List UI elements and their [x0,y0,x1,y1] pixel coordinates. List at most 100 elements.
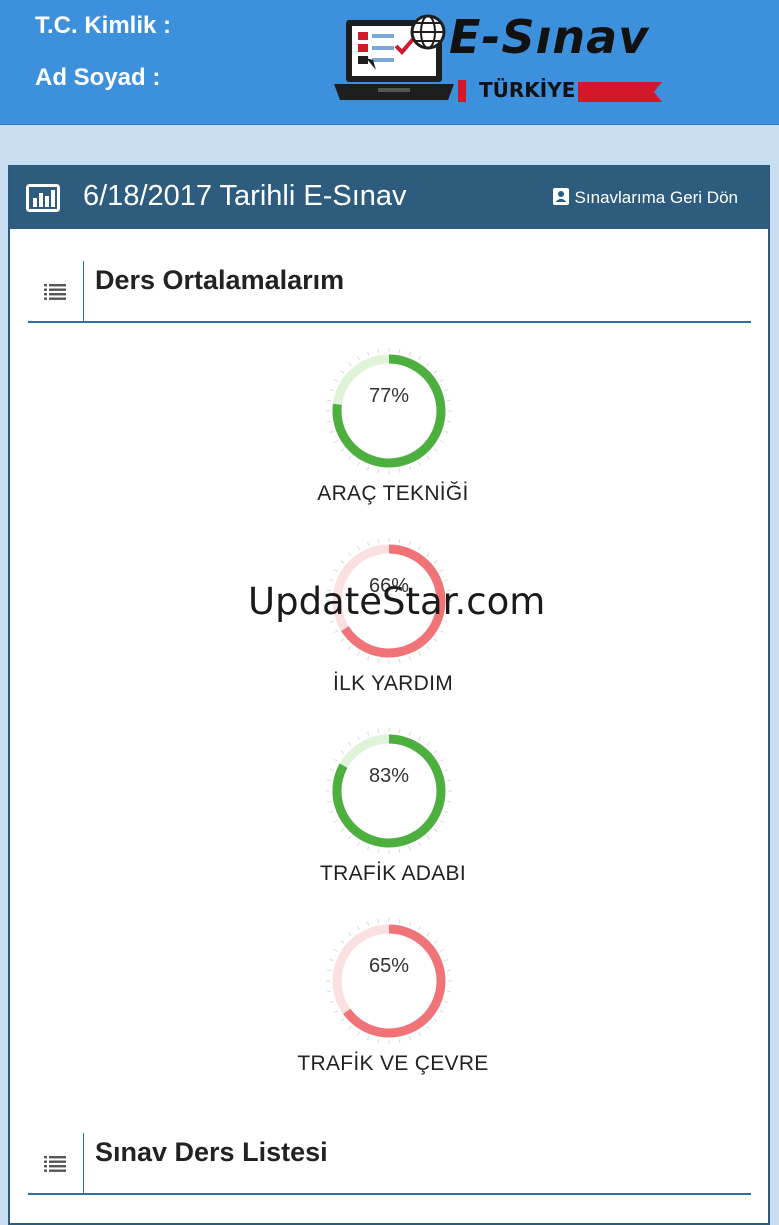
gauge-tick [377,469,380,474]
gauge-course-label: ARAÇ TEKNİĞİ [317,482,469,505]
gauge-tick [408,1036,412,1041]
gauge-tick [439,820,444,823]
gauge-tick [444,768,449,772]
gauge-tick [348,552,352,557]
section-divider [83,1133,84,1193]
gauge-tick [426,362,430,367]
gauge-tick [439,379,444,382]
gauge-tick [377,659,380,664]
gauge-tick [398,728,401,733]
gauge-tick [377,1039,380,1044]
gauge-tick [348,932,352,937]
gauge-tick [334,820,339,823]
gauge-tick [334,569,339,572]
gauge-tick [398,538,401,543]
gauge-tick [329,958,334,962]
gauge-tick [340,560,345,564]
e-sinav-logo: E-Sınav TÜRKİYE [332,10,672,108]
gauge-tick [398,918,401,923]
gauge-tick [357,356,360,361]
bar-chart-icon [26,184,60,212]
gauge-tick [447,969,452,972]
gauge-tick [348,742,352,747]
back-to-exams-label: Sınavlarıma Geri Dön [574,188,738,207]
gauge-tick [447,399,452,402]
gauge-tick [447,990,452,993]
gauge-tick [348,362,352,367]
top-header: T.C. Kimlik : Ad Soyad : E-Sınav TÜRKİYE [0,0,779,125]
gauge-tick [334,1010,339,1013]
gauge-tick [326,399,331,402]
gauge-tick [439,1010,444,1013]
gauge-tick [357,926,360,931]
gauge-ring [326,728,452,854]
gauge-tick [444,1000,449,1004]
gauge-tick [439,759,444,762]
gauge-tick [357,736,360,741]
gauge-tick [340,750,345,754]
gauge-tick [340,940,345,944]
gauge-tick [340,638,345,642]
gauge-tick [418,356,421,361]
back-to-exams-button[interactable]: Sınavlarıma Geri Dön [552,187,738,208]
averages-section-header: Ders Ortalamalarım [28,261,751,323]
gauge-tick [334,440,339,443]
course-list-section-header: Sınav Ders Listesi [28,1133,751,1195]
gauge-tick [357,651,360,656]
gauge-tick [426,932,430,937]
gauge-tick [426,552,430,557]
gauge-course-label: TRAFİK ADABI [320,862,466,885]
list-icon [44,1156,66,1172]
gauge-tick [439,569,444,572]
gauge-tick [366,846,370,851]
gauge-tick [357,1031,360,1036]
gauge-tick [433,750,438,754]
gauge-tick [340,1018,345,1022]
gauge-tick [357,461,360,466]
panel-header: 6/18/2017 Tarihli E-Sınav Sınavlarıma Ge… [10,167,768,229]
gauge-ticks [326,348,452,474]
gauge-card: 77% ARAÇ TEKNİĞİ [10,345,768,535]
gauge-tick [444,810,449,814]
gauge-tick [447,800,452,803]
gauge-tick [334,379,339,382]
gauge-tick [366,541,370,546]
gauge-tick [398,849,401,854]
gauge-tick [444,958,449,962]
gauge-tick [334,759,339,762]
gauge-tick [357,546,360,551]
gauge-ring [326,348,452,474]
gauge-tick [377,849,380,854]
gauge-tick [408,656,412,661]
gauge-tick [366,351,370,356]
gauge-tick [329,388,334,392]
gauge-tick [334,949,339,952]
panel-title: 6/18/2017 Tarihli E-Sınav [83,180,407,212]
gauge-tick [433,560,438,564]
gauge-tick [418,461,421,466]
gauge-tick [340,828,345,832]
gauge-tick [366,1036,370,1041]
gauge-tick [433,1018,438,1022]
gauge-tick [444,388,449,392]
gauge-ticks [326,918,452,1044]
gauge-tick [326,990,331,993]
gauge-tick [398,348,401,353]
gauge-tick [377,348,380,353]
averages-title: Ders Ortalamalarım [95,265,345,295]
gauge-tick [366,656,370,661]
contact-card-icon [552,188,569,205]
gauge-tick [348,645,352,650]
watermark-text: UpdateStar.com [248,580,546,623]
gauge-tick [366,921,370,926]
gauge-tick [329,1000,334,1004]
gauge-tick [418,546,421,551]
gauge-tick [426,1025,430,1030]
gauge-card: 66% İLK YARDIM [10,535,768,725]
gauge-tick [326,420,331,423]
gauge-card: 83% TRAFİK ADABI [10,725,768,915]
gauge-tick [439,630,444,633]
gauge-tick [408,466,412,471]
gauge-tick [340,448,345,452]
gauge-tick [433,370,438,374]
